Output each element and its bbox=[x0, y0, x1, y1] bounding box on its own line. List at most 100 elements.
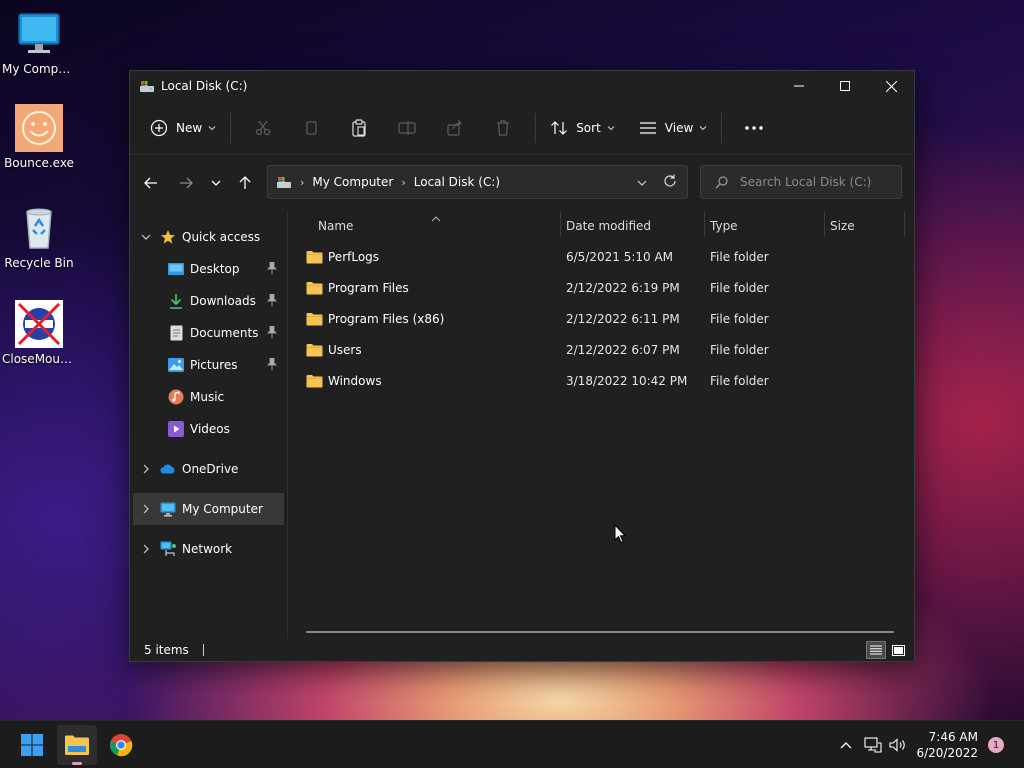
desktop-icon-recycle-bin[interactable]: Recycle Bin bbox=[0, 204, 78, 270]
new-button[interactable]: New bbox=[144, 111, 222, 145]
table-row[interactable]: Users 2/12/2022 6:07 PM File folder bbox=[288, 334, 914, 365]
breadcrumb-local-disk[interactable]: Local Disk (C:) bbox=[414, 175, 500, 189]
sidebar-item-onedrive[interactable]: OneDrive bbox=[130, 453, 287, 485]
sidebar-item-label: Music bbox=[190, 390, 225, 404]
more-options-button[interactable] bbox=[730, 111, 778, 145]
table-row[interactable]: Program Files 2/12/2022 6:19 PM File fol… bbox=[288, 272, 914, 303]
column-divider[interactable] bbox=[824, 211, 825, 237]
show-hidden-icons-button[interactable] bbox=[836, 721, 856, 768]
copy-button[interactable] bbox=[287, 111, 335, 145]
window-title: Local Disk (C:) bbox=[161, 79, 248, 93]
chevron-down-icon bbox=[699, 125, 707, 130]
chevron-down-icon bbox=[607, 125, 615, 130]
chevron-down-icon bbox=[208, 125, 216, 130]
details-view-button[interactable] bbox=[866, 641, 886, 659]
download-icon bbox=[168, 293, 184, 309]
sidebar-item-videos[interactable]: Videos bbox=[130, 413, 287, 445]
file-explorer-icon bbox=[65, 735, 89, 755]
chevron-down-icon bbox=[637, 180, 647, 186]
column-header-date[interactable]: Date modified bbox=[566, 211, 651, 241]
back-button[interactable] bbox=[136, 168, 166, 198]
desktop-icon-closemouse[interactable]: CloseMouse... bbox=[0, 300, 78, 366]
chevron-right-icon[interactable] bbox=[138, 544, 154, 554]
item-count: 5 items bbox=[144, 643, 189, 657]
sidebar-item-label: OneDrive bbox=[182, 462, 239, 476]
notification-badge[interactable]: 1 bbox=[988, 737, 1004, 753]
breadcrumb-my-computer[interactable]: My Computer bbox=[312, 175, 393, 189]
details-view-icon bbox=[870, 645, 882, 655]
sidebar-item-music[interactable]: Music bbox=[130, 381, 287, 413]
horizontal-scrollbar[interactable] bbox=[306, 631, 894, 633]
pin-icon[interactable] bbox=[267, 325, 277, 341]
drive-icon bbox=[277, 177, 291, 188]
address-history-dropdown[interactable] bbox=[637, 175, 647, 189]
file-type: File folder bbox=[710, 373, 769, 388]
share-button[interactable] bbox=[431, 111, 479, 145]
pin-icon[interactable] bbox=[267, 261, 277, 277]
network-status-button[interactable] bbox=[862, 721, 884, 768]
title-bar[interactable]: Local Disk (C:) bbox=[130, 71, 914, 101]
forward-button[interactable] bbox=[171, 168, 201, 198]
close-button[interactable] bbox=[868, 71, 914, 101]
no-mouse-icon bbox=[15, 300, 63, 348]
column-divider[interactable] bbox=[904, 211, 905, 237]
cut-button[interactable] bbox=[239, 111, 287, 145]
desktop-icon-my-computer[interactable]: My Computer bbox=[0, 10, 78, 76]
search-input[interactable] bbox=[740, 175, 900, 189]
sidebar-item-desktop[interactable]: Desktop bbox=[130, 253, 287, 285]
column-header-size[interactable]: Size bbox=[830, 211, 855, 241]
chevron-right-icon[interactable] bbox=[138, 504, 154, 514]
toolbar-divider bbox=[721, 112, 723, 143]
column-header-type[interactable]: Type bbox=[710, 211, 738, 241]
sort-button[interactable]: Sort bbox=[544, 111, 621, 145]
windows-logo-icon bbox=[21, 734, 43, 756]
sidebar-item-label: Network bbox=[182, 542, 233, 556]
up-button[interactable] bbox=[230, 168, 260, 198]
view-button[interactable]: View bbox=[633, 111, 713, 145]
scissors-icon bbox=[256, 120, 271, 135]
column-divider[interactable] bbox=[560, 211, 561, 237]
minimize-button[interactable] bbox=[776, 71, 822, 101]
refresh-button[interactable] bbox=[663, 174, 677, 191]
network-wired-icon bbox=[864, 737, 882, 753]
column-divider[interactable] bbox=[704, 211, 705, 237]
sidebar-item-label: Downloads bbox=[190, 294, 256, 308]
search-box[interactable] bbox=[700, 165, 902, 199]
paste-button[interactable] bbox=[335, 111, 383, 145]
maximize-button[interactable] bbox=[822, 71, 868, 101]
taskbar-chrome[interactable] bbox=[101, 725, 141, 765]
desktop-icon-bounce[interactable]: Bounce.exe bbox=[0, 104, 78, 170]
pin-icon[interactable] bbox=[267, 357, 277, 373]
volume-button[interactable] bbox=[886, 721, 910, 768]
chevron-right-icon[interactable]: › bbox=[401, 176, 405, 189]
plus-circle-icon bbox=[150, 119, 168, 136]
recent-locations-button[interactable] bbox=[201, 168, 231, 198]
start-button[interactable] bbox=[12, 725, 52, 765]
taskbar-file-explorer[interactable] bbox=[57, 725, 97, 765]
address-bar[interactable]: › My Computer › Local Disk (C:) bbox=[267, 165, 688, 199]
monitor-icon bbox=[15, 10, 63, 58]
table-row[interactable]: PerfLogs 6/5/2021 5:10 AM File folder bbox=[288, 241, 914, 272]
tiles-view-button[interactable] bbox=[888, 641, 908, 659]
sidebar-item-downloads[interactable]: Downloads bbox=[130, 285, 287, 317]
toolbar-divider bbox=[535, 112, 537, 143]
chevron-down-icon[interactable] bbox=[138, 234, 154, 240]
sidebar-item-documents[interactable]: Documents bbox=[130, 317, 287, 349]
table-row[interactable]: Program Files (x86) 2/12/2022 6:11 PM Fi… bbox=[288, 303, 914, 334]
desktop-icon-label: CloseMouse... bbox=[2, 352, 78, 366]
sidebar-item-label: Videos bbox=[190, 422, 230, 436]
delete-button[interactable] bbox=[479, 111, 527, 145]
smiley-icon bbox=[15, 104, 63, 152]
file-type: File folder bbox=[710, 311, 769, 326]
arrow-up-icon bbox=[239, 176, 251, 189]
clock[interactable]: 7:46 AM 6/20/2022 bbox=[908, 729, 978, 761]
sidebar-item-my-computer[interactable]: My Computer bbox=[133, 493, 284, 525]
column-header-name[interactable]: Name bbox=[318, 211, 353, 241]
sidebar-item-quick-access[interactable]: Quick access bbox=[130, 221, 287, 253]
rename-button[interactable] bbox=[383, 111, 431, 145]
sidebar-item-network[interactable]: Network bbox=[130, 533, 287, 565]
chevron-right-icon[interactable] bbox=[138, 464, 154, 474]
pin-icon[interactable] bbox=[267, 293, 277, 309]
sidebar-item-pictures[interactable]: Pictures bbox=[130, 349, 287, 381]
table-row[interactable]: Windows 3/18/2022 10:42 PM File folder bbox=[288, 365, 914, 396]
